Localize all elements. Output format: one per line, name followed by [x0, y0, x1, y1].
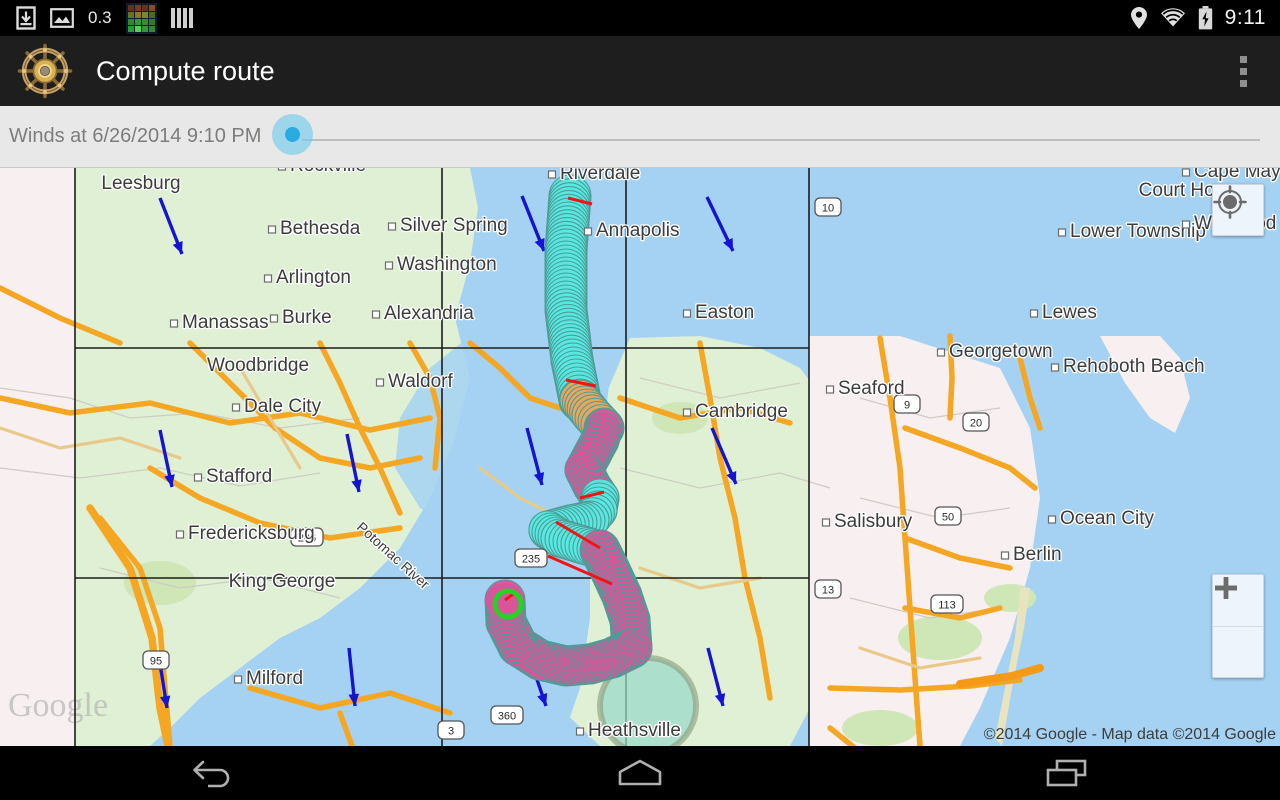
svg-text:Berlin: Berlin	[1013, 544, 1062, 565]
svg-text:235: 235	[522, 554, 540, 566]
status-bar: 0.3 9:11	[0, 0, 1280, 36]
svg-text:360: 360	[498, 711, 516, 723]
svg-text:Georgetown: Georgetown	[949, 341, 1053, 362]
home-icon	[618, 759, 662, 786]
svg-text:95: 95	[150, 656, 162, 668]
location-icon	[1130, 7, 1147, 29]
status-value-badge: 0.3	[88, 8, 112, 27]
svg-text:Stafford: Stafford	[206, 466, 272, 487]
svg-text:King George: King George	[229, 571, 336, 592]
svg-text:Cambridge: Cambridge	[695, 401, 788, 422]
action-bar: Compute route	[0, 36, 1280, 106]
svg-text:20: 20	[970, 418, 982, 430]
svg-text:Washington: Washington	[397, 254, 497, 275]
svg-text:Dale City: Dale City	[244, 396, 322, 417]
wifi-icon	[1160, 8, 1185, 27]
tiles-icon	[125, 2, 157, 34]
back-button[interactable]	[0, 746, 427, 800]
bars-icon	[170, 8, 193, 28]
recents-button[interactable]	[853, 746, 1280, 800]
svg-text:10: 10	[822, 203, 834, 215]
recents-icon	[1046, 759, 1086, 787]
zoom-out-button[interactable]	[1213, 585, 1263, 679]
android-screen: 0.3 9:11 Compute route Winds at 6/26/201…	[0, 0, 1280, 800]
android-nav-bar	[0, 746, 1280, 800]
svg-text:Easton: Easton	[695, 302, 754, 323]
svg-text:13: 13	[822, 585, 834, 597]
wind-time-slider-track[interactable]	[302, 139, 1260, 141]
svg-text:Burke: Burke	[282, 307, 332, 328]
svg-text:Alexandria: Alexandria	[384, 303, 474, 324]
my-location-button[interactable]	[1212, 184, 1264, 236]
battery-charging-icon	[1198, 6, 1212, 30]
svg-text:113: 113	[938, 600, 956, 612]
svg-text:Riverdale: Riverdale	[560, 168, 640, 184]
svg-text:Fredericksburg: Fredericksburg	[188, 523, 315, 544]
status-bar-system-icons: 9:11	[1130, 6, 1280, 30]
svg-text:Arlington: Arlington	[276, 267, 351, 288]
map-view[interactable]: Google 10 9 20 50 13 113 206 235 95 360 3 Leesburg…	[0, 168, 1280, 746]
map-attribution: ©2014 Google - Map data ©2014 Google	[983, 726, 1276, 743]
crosshair-icon	[1213, 185, 1247, 219]
svg-text:Waldorf: Waldorf	[388, 371, 453, 392]
zoom-controls	[1212, 574, 1264, 678]
svg-text:Salisbury: Salisbury	[834, 511, 913, 532]
svg-text:50: 50	[942, 512, 954, 524]
home-button[interactable]	[427, 746, 854, 800]
svg-text:Annapolis: Annapolis	[596, 220, 679, 241]
svg-text:Silver Spring: Silver Spring	[400, 215, 508, 236]
svg-text:Heathsville: Heathsville	[588, 720, 681, 741]
svg-text:Rockville: Rockville	[290, 168, 366, 176]
image-icon	[50, 8, 74, 28]
page-title: Compute route	[96, 55, 275, 86]
overflow-menu-icon[interactable]	[1228, 48, 1258, 94]
minus-icon	[1215, 585, 1237, 591]
status-bar-notifications: 0.3	[0, 2, 193, 34]
ships-wheel-icon	[17, 43, 73, 99]
svg-text:Leesburg: Leesburg	[101, 173, 180, 194]
wind-time-slider-thumb[interactable]	[285, 127, 300, 142]
download-icon	[16, 6, 36, 30]
map-watermark: Google	[8, 687, 108, 724]
svg-text:Milford: Milford	[246, 668, 303, 689]
svg-text:Ocean City: Ocean City	[1060, 508, 1154, 529]
svg-text:Manassas: Manassas	[182, 312, 269, 333]
svg-text:9: 9	[904, 400, 910, 412]
svg-text:Seaford: Seaford	[838, 378, 905, 399]
wind-time-label: Winds at 6/26/2014 9:10 PM	[9, 125, 262, 147]
svg-text:Rehoboth Beach: Rehoboth Beach	[1063, 356, 1205, 377]
svg-text:3: 3	[448, 726, 454, 738]
svg-text:Woodbridge: Woodbridge	[207, 355, 309, 376]
svg-text:Bethesda: Bethesda	[280, 218, 361, 239]
wind-time-panel: Winds at 6/26/2014 9:10 PM	[0, 106, 1280, 168]
status-bar-clock: 9:11	[1224, 6, 1266, 29]
back-arrow-icon	[193, 760, 230, 788]
svg-text:Lewes: Lewes	[1042, 302, 1097, 323]
